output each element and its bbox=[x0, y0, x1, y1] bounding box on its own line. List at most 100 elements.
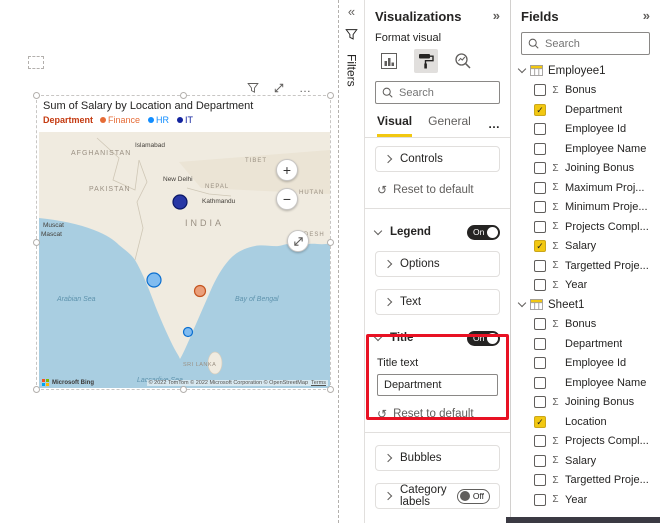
map-pan-button[interactable] bbox=[287, 230, 309, 252]
field-row[interactable]: Employee Id bbox=[511, 120, 660, 140]
report-canvas[interactable]: … Sum of Salary by Location and Departme… bbox=[0, 0, 339, 523]
tab-visual[interactable]: Visual bbox=[377, 114, 413, 137]
field-row[interactable]: Σ Projects Compl... bbox=[511, 432, 660, 452]
map-visual[interactable]: AFGHANISTAN Islamabad TIBET PAKISTAN New Del… bbox=[39, 132, 330, 388]
card-controls[interactable]: Controls bbox=[375, 146, 500, 172]
bottom-scrollbar[interactable] bbox=[506, 517, 660, 523]
field-checkbox[interactable] bbox=[534, 259, 546, 272]
chevron-down-icon[interactable] bbox=[517, 65, 527, 74]
format-search-box[interactable] bbox=[375, 81, 500, 104]
field-checkbox[interactable] bbox=[534, 220, 546, 233]
filters-pane-collapsed[interactable]: « Filters bbox=[339, 0, 365, 523]
field-checkbox[interactable] bbox=[534, 454, 546, 467]
zoom-out-button[interactable]: − bbox=[276, 188, 298, 210]
fields-search-input[interactable] bbox=[545, 37, 643, 50]
visual-filter-icon[interactable] bbox=[246, 81, 260, 95]
more-options-icon[interactable]: … bbox=[298, 81, 312, 95]
field-checkbox[interactable] bbox=[534, 123, 546, 136]
chevron-down-icon[interactable] bbox=[517, 299, 527, 308]
field-row[interactable]: Employee Name bbox=[511, 373, 660, 393]
field-checkbox[interactable] bbox=[534, 396, 546, 409]
title-text-input[interactable] bbox=[377, 374, 498, 396]
field-checkbox[interactable]: ✓ bbox=[534, 415, 546, 428]
field-checkbox[interactable] bbox=[534, 162, 546, 175]
field-row[interactable]: Σ Maximum Proj... bbox=[511, 178, 660, 198]
field-row[interactable]: Σ Year bbox=[511, 276, 660, 296]
format-visual-icon[interactable] bbox=[414, 49, 438, 73]
analytics-icon[interactable] bbox=[451, 49, 475, 73]
selection-handle[interactable] bbox=[327, 238, 334, 246]
selection-handle[interactable] bbox=[179, 386, 187, 393]
format-search-input[interactable] bbox=[399, 86, 493, 99]
field-checkbox[interactable]: ✓ bbox=[534, 240, 546, 253]
legend-toggle[interactable]: On bbox=[467, 224, 500, 240]
field-checkbox[interactable] bbox=[534, 142, 546, 155]
selection-handle[interactable] bbox=[33, 92, 40, 99]
field-checkbox[interactable] bbox=[534, 181, 546, 194]
field-checkbox[interactable] bbox=[534, 493, 546, 506]
field-row[interactable]: ✓ Location bbox=[511, 412, 660, 432]
table-row-sheet1[interactable]: Sheet1 bbox=[511, 295, 660, 315]
selection-handle[interactable] bbox=[179, 92, 187, 99]
selection-handle[interactable] bbox=[327, 92, 334, 99]
terms-link[interactable]: Terms bbox=[311, 380, 326, 386]
field-checkbox[interactable] bbox=[534, 376, 546, 389]
field-row[interactable]: Σ Bonus bbox=[511, 315, 660, 335]
field-checkbox[interactable] bbox=[534, 318, 546, 331]
field-checkbox[interactable] bbox=[534, 357, 546, 370]
field-checkbox[interactable] bbox=[534, 201, 546, 214]
field-row[interactable]: Σ Salary bbox=[511, 451, 660, 471]
map-bubble[interactable] bbox=[172, 194, 188, 210]
card-text[interactable]: Text bbox=[375, 289, 500, 315]
title-toggle[interactable]: On bbox=[467, 330, 500, 346]
field-checkbox[interactable] bbox=[534, 435, 546, 448]
expand-filters-icon[interactable]: « bbox=[348, 4, 355, 20]
legend-item[interactable]: HR bbox=[148, 115, 169, 125]
field-row[interactable]: Employee Id bbox=[511, 354, 660, 374]
build-visual-icon[interactable] bbox=[377, 49, 401, 73]
field-row[interactable]: Σ Joining Bonus bbox=[511, 159, 660, 179]
reset-to-default-link[interactable]: ↺ Reset to default bbox=[377, 184, 500, 196]
field-row[interactable]: ✓ Σ Salary bbox=[511, 237, 660, 257]
selection-handle[interactable] bbox=[33, 386, 40, 393]
category-labels-toggle[interactable]: Off bbox=[457, 488, 490, 504]
tabs-more-icon[interactable]: … bbox=[488, 117, 500, 137]
field-row[interactable]: Employee Name bbox=[511, 139, 660, 159]
map-bubble[interactable] bbox=[146, 272, 162, 288]
field-row[interactable]: Σ Targetted Proje... bbox=[511, 256, 660, 276]
selection-handle[interactable] bbox=[327, 386, 334, 393]
card-bubbles[interactable]: Bubbles bbox=[375, 445, 500, 471]
field-row[interactable]: ✓ Department bbox=[511, 100, 660, 120]
field-checkbox[interactable] bbox=[534, 337, 546, 350]
card-options[interactable]: Options bbox=[375, 251, 500, 277]
field-checkbox[interactable] bbox=[534, 84, 546, 97]
legend-item[interactable]: Finance bbox=[100, 115, 140, 125]
field-row[interactable]: Σ Bonus bbox=[511, 81, 660, 101]
field-row[interactable]: Σ Projects Compl... bbox=[511, 217, 660, 237]
field-checkbox[interactable] bbox=[534, 474, 546, 487]
card-category-labels[interactable]: Category labels Off bbox=[375, 483, 500, 509]
field-row[interactable]: Σ Year bbox=[511, 490, 660, 510]
zoom-in-button[interactable]: + bbox=[276, 159, 298, 181]
filters-funnel-icon[interactable] bbox=[345, 28, 358, 46]
map-bubble[interactable] bbox=[182, 326, 194, 338]
fields-search-box[interactable] bbox=[521, 32, 650, 55]
card-legend-header[interactable]: Legend On bbox=[373, 221, 500, 243]
tab-general[interactable]: General bbox=[428, 114, 471, 137]
legend-item[interactable]: IT bbox=[177, 115, 193, 125]
field-checkbox[interactable]: ✓ bbox=[534, 103, 546, 116]
map-visual-container[interactable]: Sum of Salary by Location and Department… bbox=[33, 92, 334, 393]
field-checkbox[interactable] bbox=[534, 279, 546, 292]
table-row-employee1[interactable]: Employee1 bbox=[511, 61, 660, 81]
field-row[interactable]: Σ Targetted Proje... bbox=[511, 471, 660, 491]
field-row[interactable]: Σ Joining Bonus bbox=[511, 393, 660, 413]
reset-to-default-link[interactable]: ↺ Reset to default bbox=[377, 408, 500, 420]
focus-mode-icon[interactable] bbox=[272, 81, 286, 95]
field-row[interactable]: Σ Minimum Proje... bbox=[511, 198, 660, 218]
selection-handle[interactable] bbox=[33, 238, 40, 246]
card-title-header[interactable]: Title On bbox=[373, 327, 500, 349]
collapse-fields-icon[interactable]: » bbox=[643, 8, 650, 24]
collapse-visualizations-icon[interactable]: » bbox=[493, 8, 500, 24]
map-bubble[interactable] bbox=[193, 284, 207, 298]
field-row[interactable]: Department bbox=[511, 334, 660, 354]
